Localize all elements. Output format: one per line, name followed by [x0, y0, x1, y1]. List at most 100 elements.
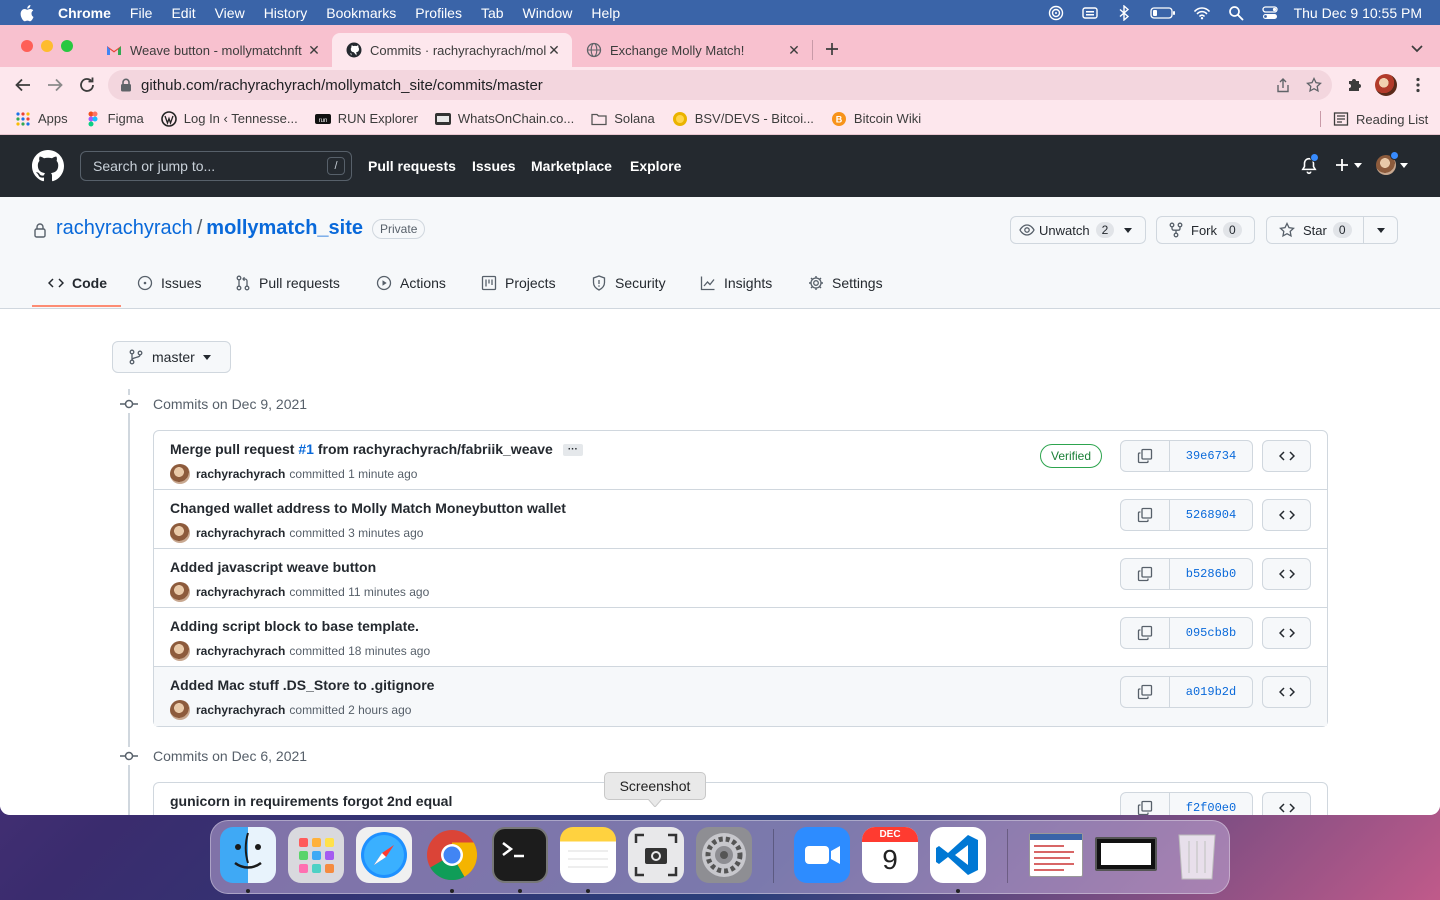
tab-commits[interactable]: Commits · rachyrachyrach/moll ✕	[332, 33, 572, 67]
copy-sha-button[interactable]	[1121, 500, 1170, 530]
author-avatar[interactable]	[170, 582, 190, 602]
reading-list-button[interactable]: Reading List	[1333, 111, 1428, 127]
commit-message[interactable]: Merge pull request #1 from rachyrachyrac…	[170, 441, 583, 457]
profile-avatar[interactable]	[1375, 74, 1397, 96]
forward-arrow-icon[interactable]	[46, 76, 64, 94]
tab-exchange-molly-match[interactable]: Exchange Molly Match! ✕	[572, 33, 812, 67]
browse-repo-button[interactable]	[1262, 440, 1311, 472]
verified-badge[interactable]: Verified	[1040, 444, 1103, 468]
pull-request-link[interactable]: #1	[298, 441, 314, 457]
bluetooth-icon[interactable]	[1116, 4, 1132, 21]
commit-sha-link[interactable]: 39e6734	[1170, 441, 1252, 471]
notifications-button[interactable]	[1300, 153, 1319, 175]
commit-sha-link[interactable]: 095cb8b	[1170, 618, 1252, 648]
close-window-button[interactable]	[21, 40, 33, 52]
expand-commit-message-button[interactable]: ···	[562, 444, 583, 457]
bookmark-whatsonchain[interactable]: WhatsOnChain.co...	[434, 111, 574, 127]
commit-message-text[interactable]: from rachyrachyrach/fabriik_weave	[314, 441, 553, 457]
document-thumbnail-icon[interactable]	[1029, 833, 1083, 877]
copy-sha-button[interactable]	[1121, 441, 1170, 471]
unwatch-button[interactable]: Unwatch 2	[1010, 216, 1146, 244]
chrome-icon[interactable]	[424, 827, 480, 883]
tab-weave-button[interactable]: Weave button - mollymatchnft ✕	[92, 33, 332, 67]
author-avatar[interactable]	[170, 700, 190, 720]
vscode-icon[interactable]	[930, 827, 986, 883]
repo-name-link[interactable]: mollymatch_site	[206, 217, 363, 240]
minimize-window-button[interactable]	[41, 40, 53, 52]
commit-sha-link[interactable]: f2f00e0	[1170, 793, 1252, 815]
tab-search-chevron-icon[interactable]	[1411, 45, 1423, 53]
tab-issues[interactable]: Issues	[137, 275, 201, 291]
branch-select-button[interactable]: master	[112, 341, 231, 373]
wifi-icon[interactable]	[1193, 5, 1210, 21]
commit-message[interactable]: Changed wallet address to Molly Match Mo…	[170, 500, 566, 516]
commit-author[interactable]: rachyrachyrach	[196, 467, 285, 481]
commit-author[interactable]: rachyrachyrach	[196, 526, 285, 540]
browse-repo-button[interactable]	[1262, 558, 1311, 590]
spotlight-icon[interactable]	[1228, 5, 1244, 21]
close-tab-icon[interactable]: ✕	[546, 42, 562, 59]
menu-tab[interactable]: Tab	[481, 5, 504, 21]
commit-author[interactable]: rachyrachyrach	[196, 585, 285, 599]
bookmark-figma[interactable]: Figma	[85, 111, 144, 127]
keyboard-icon[interactable]	[1081, 5, 1098, 21]
bookmark-bitcoin-wiki[interactable]: B Bitcoin Wiki	[831, 111, 921, 127]
commit-author[interactable]: rachyrachyrach	[196, 703, 285, 717]
copy-sha-button[interactable]	[1121, 677, 1170, 707]
browse-repo-button[interactable]	[1262, 792, 1311, 815]
reload-icon[interactable]	[78, 76, 96, 94]
github-search-input[interactable]: Search or jump to... /	[80, 151, 352, 181]
repo-owner-link[interactable]: rachyrachyrach	[56, 217, 193, 240]
close-tab-icon[interactable]: ✕	[306, 42, 322, 59]
copy-sha-button[interactable]	[1121, 618, 1170, 648]
terminal-icon[interactable]	[492, 827, 548, 883]
launchpad-icon[interactable]	[288, 827, 344, 883]
menu-help[interactable]: Help	[591, 5, 620, 21]
bookmark-login-tennessee[interactable]: Log In ‹ Tennesse...	[160, 110, 298, 127]
apple-menu-icon[interactable]	[20, 4, 40, 22]
commit-message[interactable]: Added Mac stuff .DS_Store to .gitignore	[170, 677, 434, 693]
nav-issues[interactable]: Issues	[472, 158, 516, 174]
menu-app-name[interactable]: Chrome	[58, 5, 111, 21]
tab-security[interactable]: Security	[591, 275, 666, 291]
close-tab-icon[interactable]: ✕	[786, 42, 802, 59]
address-bar[interactable]: github.com/rachyrachyrach/mollymatch_sit…	[108, 70, 1332, 100]
tab-settings[interactable]: Settings	[808, 275, 883, 291]
commit-sha-link[interactable]: a019b2d	[1170, 677, 1252, 707]
system-preferences-icon[interactable]	[696, 827, 752, 883]
create-new-button[interactable]	[1334, 157, 1362, 173]
new-tab-icon[interactable]	[825, 42, 839, 56]
menu-bookmarks[interactable]: Bookmarks	[326, 5, 396, 21]
bookmark-bsv-devs[interactable]: BSV/DEVS - Bitcoi...	[672, 111, 814, 127]
nav-pull-requests[interactable]: Pull requests	[368, 158, 456, 174]
chrome-menu-icon[interactable]	[1415, 77, 1421, 93]
browse-repo-button[interactable]	[1262, 676, 1311, 708]
menu-view[interactable]: View	[215, 5, 245, 21]
airdrop-icon[interactable]	[1048, 5, 1064, 21]
author-avatar[interactable]	[170, 464, 190, 484]
github-logo-icon[interactable]	[32, 150, 64, 182]
url-text[interactable]: github.com/rachyrachyrach/mollymatch_sit…	[141, 77, 543, 94]
copy-sha-button[interactable]	[1121, 559, 1170, 589]
calendar-icon[interactable]: DEC 9	[862, 827, 918, 883]
star-button[interactable]: Star 0	[1266, 216, 1364, 244]
commit-message-text[interactable]: Merge pull request	[170, 441, 298, 457]
nav-explore[interactable]: Explore	[630, 158, 681, 174]
tab-code[interactable]: Code	[48, 275, 107, 291]
lock-icon[interactable]	[120, 78, 132, 92]
bookmark-apps[interactable]: Apps	[15, 111, 68, 127]
notes-icon[interactable]	[560, 827, 616, 883]
star-list-dropdown[interactable]	[1363, 216, 1398, 244]
tab-pull-requests[interactable]: Pull requests	[235, 275, 340, 291]
share-icon[interactable]	[1276, 78, 1290, 93]
zoom-window-button[interactable]	[61, 40, 73, 52]
menu-history[interactable]: History	[264, 5, 308, 21]
back-arrow-icon[interactable]	[14, 76, 32, 94]
battery-icon[interactable]	[1149, 5, 1176, 21]
browse-repo-button[interactable]	[1262, 499, 1311, 531]
menu-file[interactable]: File	[130, 5, 153, 21]
tab-actions[interactable]: Actions	[376, 275, 446, 291]
commit-sha-link[interactable]: b5286b0	[1170, 559, 1252, 589]
commit-message[interactable]: gunicorn in requirements forgot 2nd equa…	[170, 793, 452, 809]
bookmark-run-explorer[interactable]: run RUN Explorer	[314, 111, 418, 127]
